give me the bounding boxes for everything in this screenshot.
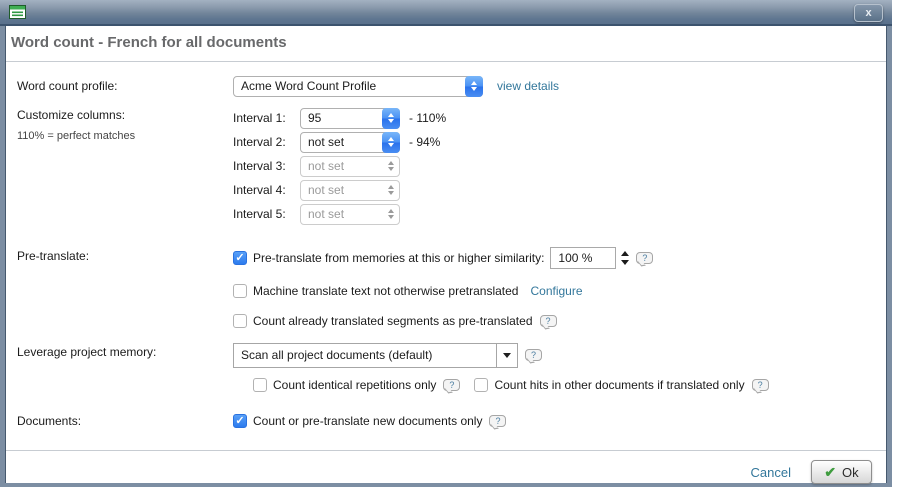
help-icon[interactable]: ? — [636, 252, 653, 264]
checkmark-icon: ✓ — [235, 253, 244, 264]
window-frame: Word count - French for all documents Wo… — [0, 26, 892, 487]
interval-1-label: Interval 1: — [233, 111, 300, 125]
customize-section: Customize columns: 110% = perfect matche… — [17, 108, 886, 228]
identical-repetitions-label: Count identical repetitions only — [273, 378, 436, 392]
checkmark-icon: ✓ — [235, 416, 244, 427]
identical-repetitions-checkbox[interactable] — [253, 378, 267, 392]
leverage-suboptions-row: Count identical repetitions only ? Count… — [253, 375, 769, 395]
help-icon[interactable]: ? — [525, 349, 542, 361]
interval-4-label: Interval 4: — [233, 183, 300, 197]
profile-selected-value: Acme Word Count Profile — [234, 79, 465, 93]
pretranslate-label: Pre-translate: — [17, 246, 233, 263]
interval-5-row: Interval 5: not set — [233, 204, 446, 224]
stepper-icon — [465, 76, 483, 97]
cancel-button[interactable]: Cancel — [751, 465, 791, 480]
configure-link[interactable]: Configure — [530, 284, 582, 298]
similarity-input[interactable] — [550, 247, 616, 269]
interval-5-value: not set — [301, 207, 382, 221]
customize-columns-label: Customize columns: 110% = perfect matche… — [17, 108, 233, 142]
profile-row: Word count profile: Acme Word Count Prof… — [17, 75, 886, 97]
intervals-block: Interval 1: 95 - 110% Interval 2: not se… — [233, 108, 446, 228]
interval-2-label: Interval 2: — [233, 135, 300, 149]
help-icon[interactable]: ? — [752, 379, 769, 391]
hits-other-documents-checkbox[interactable] — [474, 378, 488, 392]
pretranslate-memories-row: ✓ Pre-translate from memories at this or… — [233, 246, 653, 270]
new-documents-only-label: Count or pre-translate new documents onl… — [253, 414, 482, 428]
stepper-icon — [382, 204, 400, 225]
help-icon[interactable]: ? — [540, 315, 557, 327]
interval-4-row: Interval 4: not set — [233, 180, 446, 200]
heading-divider — [6, 61, 886, 62]
help-glyph: ? — [758, 381, 763, 390]
interval-1-suffix: - 110% — [409, 111, 446, 125]
machine-translate-row: Machine translate text not otherwise pre… — [233, 280, 653, 302]
interval-2-row: Interval 2: not set - 94% — [233, 132, 446, 152]
word-count-dialog: x Word count - French for all documents … — [0, 0, 892, 487]
help-icon[interactable]: ? — [443, 379, 460, 391]
profile-label: Word count profile: — [17, 79, 233, 93]
interval-4-value: not set — [301, 183, 382, 197]
interval-3-label: Interval 3: — [233, 159, 300, 173]
help-glyph: ? — [642, 254, 647, 263]
stepper-icon — [382, 156, 400, 177]
already-translated-checkbox[interactable] — [233, 314, 247, 328]
interval-1-select[interactable]: 95 — [300, 108, 400, 129]
leverage-options: Scan all project documents (default) ? C… — [233, 342, 769, 395]
pretranslate-memories-checkbox[interactable]: ✓ — [233, 251, 247, 265]
pretranslate-memories-label: Pre-translate from memories at this or h… — [253, 251, 544, 265]
already-translated-label: Count already translated segments as pre… — [253, 314, 533, 328]
pretranslate-section: Pre-translate: ✓ Pre-translate from memo… — [17, 246, 886, 332]
leverage-selected-value: Scan all project documents (default) — [234, 348, 496, 362]
stepper-icon — [382, 180, 400, 201]
stepper-icon — [382, 108, 400, 129]
leverage-select-row: Scan all project documents (default) ? — [233, 342, 769, 368]
dropdown-arrow-icon — [496, 344, 517, 367]
interval-3-select: not set — [300, 156, 400, 177]
leverage-label: Leverage project memory: — [17, 342, 233, 359]
interval-1-value: 95 — [301, 111, 382, 125]
similarity-spinner[interactable] — [621, 251, 629, 265]
help-glyph: ? — [531, 351, 536, 360]
customize-label-text: Customize columns: — [17, 108, 125, 122]
word-count-profile-select[interactable]: Acme Word Count Profile — [233, 76, 483, 97]
interval-5-select: not set — [300, 204, 400, 225]
stepper-icon — [382, 132, 400, 153]
documents-section: Documents: ✓ Count or pre-translate new … — [17, 410, 886, 432]
close-icon: x — [865, 7, 871, 19]
ok-check-icon: ✔ — [824, 465, 836, 479]
dialog-content: Word count - French for all documents Wo… — [5, 26, 887, 483]
interval-5-label: Interval 5: — [233, 207, 300, 221]
perfect-matches-note: 110% = perfect matches — [17, 130, 233, 142]
ok-button[interactable]: ✔ Ok — [811, 460, 872, 484]
form: Word count profile: Acme Word Count Prof… — [6, 75, 886, 432]
titlebar: x — [0, 0, 892, 26]
interval-2-select[interactable]: not set — [300, 132, 400, 153]
view-details-link[interactable]: view details — [497, 79, 559, 93]
close-button[interactable]: x — [854, 4, 883, 22]
interval-1-row: Interval 1: 95 - 110% — [233, 108, 446, 128]
leverage-select[interactable]: Scan all project documents (default) — [233, 343, 518, 368]
interval-4-select: not set — [300, 180, 400, 201]
help-glyph: ? — [545, 317, 550, 326]
machine-translate-checkbox[interactable] — [233, 284, 247, 298]
hits-other-documents-label: Count hits in other documents if transla… — [494, 378, 744, 392]
document-icon — [9, 5, 27, 20]
interval-2-suffix: - 94% — [409, 135, 440, 149]
machine-translate-label: Machine translate text not otherwise pre… — [253, 284, 518, 298]
ok-button-label: Ok — [842, 465, 859, 480]
new-documents-only-checkbox[interactable]: ✓ — [233, 414, 247, 428]
help-glyph: ? — [495, 417, 500, 426]
help-icon[interactable]: ? — [489, 415, 506, 427]
page-title: Word count - French for all documents — [11, 34, 886, 56]
already-translated-row: Count already translated segments as pre… — [233, 310, 653, 332]
documents-label: Documents: — [17, 414, 233, 428]
interval-3-row: Interval 3: not set — [233, 156, 446, 176]
footer: Cancel ✔ Ok — [6, 460, 886, 484]
footer-divider — [6, 450, 886, 451]
interval-2-value: not set — [301, 135, 382, 149]
help-glyph: ? — [449, 381, 454, 390]
leverage-section: Leverage project memory: Scan all projec… — [17, 342, 886, 395]
pretranslate-options: ✓ Pre-translate from memories at this or… — [233, 246, 653, 332]
interval-3-value: not set — [301, 159, 382, 173]
